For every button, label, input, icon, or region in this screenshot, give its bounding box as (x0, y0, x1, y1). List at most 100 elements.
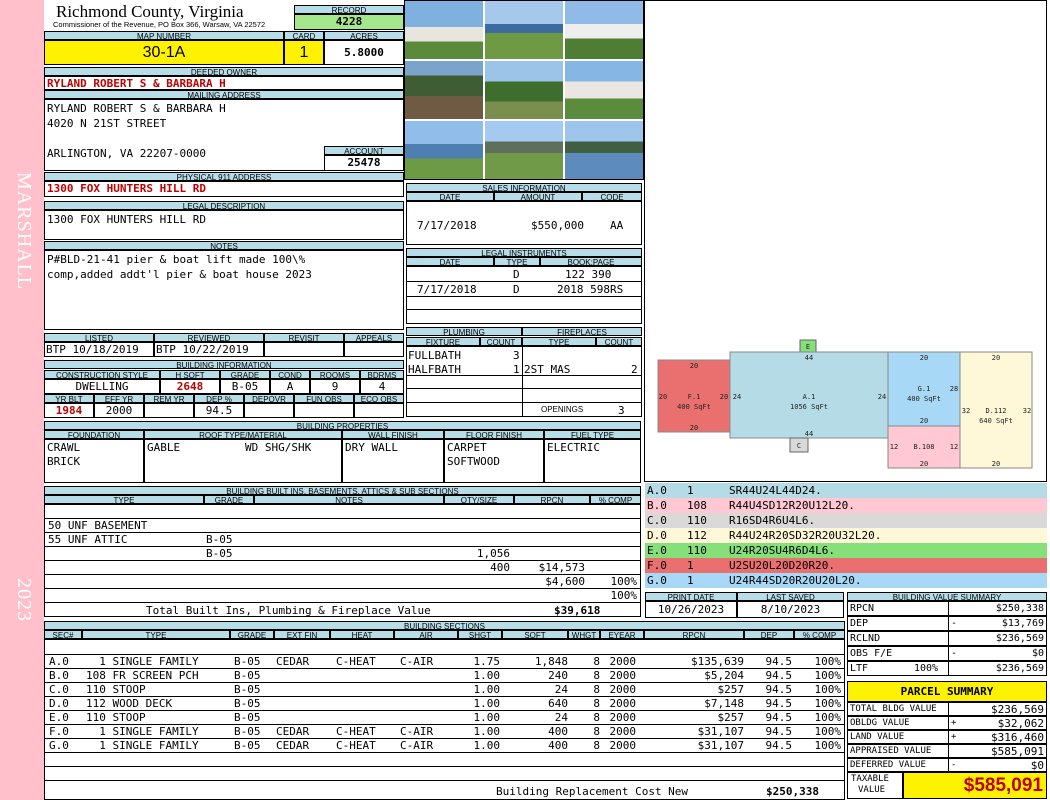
sketch-area-f: 400 SqFt (677, 403, 711, 411)
mail-line-2: 4020 N 21ST STREET (47, 117, 167, 130)
builtins-body: 50 UNF BASEMENT B-05 1,056 $14,573 100% … (44, 504, 641, 617)
rcn-value: $250,338 (766, 785, 819, 798)
fixture-name: FULLBATH (408, 349, 461, 362)
sec-h: DEP (744, 630, 794, 640)
value-summary: RPCN $250,338 DEP - $13,769 RCLND $236,569 O… (847, 601, 1047, 676)
sketch-dim: 12 (890, 443, 898, 451)
sale-amount: $550,000 (531, 219, 584, 232)
value-row: OBS F/E - $0 (847, 646, 1047, 661)
parcel-row: LAND VALUE + $316,460 (847, 730, 1047, 744)
prop-h-4: FUEL TYPE (544, 430, 641, 440)
physical-label: PHYSICAL 911 ADDRESS (44, 172, 404, 182)
revisit-value (264, 342, 344, 357)
builtins-total: $39,618 (554, 604, 601, 617)
parcel-row: OBLDG VALUE + $32,062 (847, 716, 1047, 730)
map-number: 30-1A (44, 40, 284, 65)
eco-obs (354, 403, 404, 418)
bi-v-5: 4 (360, 379, 404, 394)
bi-h2-4: DEPOVR (244, 394, 294, 404)
record-value: 4228 (294, 14, 404, 30)
fixture-count: 3 (513, 349, 520, 362)
fun-obs (294, 403, 354, 418)
pier-photo[interactable] (485, 121, 563, 179)
section-row: D.0 112 WOOD DECK B-05 1.00 640 8 2000 $7,148 94… (45, 683, 844, 710)
sketch-dim: 44 (805, 430, 813, 438)
water-photo[interactable] (405, 121, 483, 179)
sketch-dim: 20 (920, 417, 928, 425)
vector-row: C.0 110 R16SD4R6U4L6. (645, 513, 1047, 528)
eff-year: 2000 (94, 403, 144, 418)
water-photo[interactable] (485, 1, 563, 59)
floor-cell: CARPET SOFTWOOD (444, 439, 544, 483)
bi-h-5: BDRMS (360, 370, 404, 380)
fire-h-type: TYPE (522, 337, 596, 347)
value-row: RPCN $250,338 (847, 601, 1047, 616)
section-row: A.0 1 SINGLE FAMILY B-05 CEDAR C-HEAT C-AIR 1… (45, 641, 844, 668)
sketch-dim: 20 (920, 354, 928, 362)
sec-h: SQFT (502, 630, 568, 640)
building-info-label: BUILDING INFORMATION (44, 360, 404, 370)
bin-h-type: TYPE (44, 495, 204, 505)
taxable-label-2: VALUE (858, 785, 886, 795)
parcel-row: TOTAL BLDG VALUE $236,569 (847, 702, 1047, 716)
yard-photo[interactable] (485, 61, 563, 119)
building-sketch: E F.1 400 SqFt A.1 1056 SqFt G.1 400 SqF… (657, 339, 1033, 469)
sketch-dim: 20 (720, 393, 728, 401)
house-photo[interactable] (565, 1, 643, 59)
section-row: C.0 110 STOOP B-05 1.00 24 8 2000 $257 94.5 100% (45, 669, 844, 696)
shed-photo[interactable] (405, 61, 483, 119)
builtins-label: BUILDING BUILT INS, BASEMENTS, ATTICS & … (44, 486, 641, 496)
inst-book: 122 390 (565, 268, 612, 281)
sec-h: GRADE (230, 630, 274, 640)
sketch-area-d: 640 SqFt (979, 417, 1013, 425)
plumbing-body: FULLBATH 3 HALFBATH 1 2ST MAS 2 OPENINGS… (406, 346, 642, 417)
legal-label: LEGAL DESCRIPTION (44, 201, 404, 211)
listed-label: LISTED (44, 333, 154, 343)
sale-date: 7/17/2018 (417, 219, 477, 232)
section-row: G.0 1 SINGLE FAMILY B-05 CEDAR C-HEAT C-AIR 1… (45, 725, 844, 752)
sketch-dim: 44 (805, 354, 813, 362)
fuel-cell: ELECTRIC (544, 439, 641, 483)
sketch-dim: 20 (920, 460, 928, 468)
inst-h-type: TYPE (494, 257, 540, 267)
foundation-1: CRAWL (47, 441, 81, 454)
sketch-label-g: G.1 (918, 385, 931, 393)
sec-h: TYPE (82, 630, 230, 640)
bi-h-2: GRADE (220, 370, 270, 380)
sketch-label-a: A.1 (803, 393, 816, 401)
roof-cell: GABLE WD SHG/SHK (144, 439, 342, 483)
dep-pct: 94.5 (194, 403, 244, 418)
foundation-2: BRICK (47, 455, 81, 468)
sketch-area-a: 1056 SqFt (790, 403, 828, 411)
builtins-total-label: Total Built Ins, Plumbing & Fireplace Va… (146, 604, 431, 617)
fireplaces-label: FIREPLACES (522, 327, 642, 337)
acres-label: ACRES (324, 31, 404, 41)
taxable-value: $585,091 (903, 772, 1047, 799)
record-label: RECORD (294, 5, 404, 15)
reviewed-label: REVIEWED (154, 333, 264, 343)
bi-h-4: ROOMS (310, 370, 360, 380)
bin-h-rpcn: RPCN (514, 495, 590, 505)
sale-code: AA (610, 219, 624, 232)
wall-cell: DRY WALL (342, 439, 444, 483)
sketch-dim: 20 (659, 393, 667, 401)
bi-v-4: 9 (310, 379, 360, 394)
sketch-dim: 20 (992, 460, 1000, 468)
bin-h-notes: NOTES (254, 495, 444, 505)
section-row: F.0 1 SINGLE FAMILY B-05 CEDAR C-HEAT C-AIR 1… (45, 711, 844, 738)
notes-line-2: comp,added addt'l pier & boat house 2023 (47, 268, 312, 281)
vector-row: A.0 1 SR44U24L44D24. (645, 483, 1047, 498)
last-saved-label: LAST SAVED (737, 592, 844, 602)
value-row: DEP - $13,769 (847, 616, 1047, 631)
plumbing-label: PLUMBING (406, 327, 522, 337)
pier-photo[interactable] (565, 121, 643, 179)
house-photo[interactable] (405, 1, 483, 59)
print-date: 10/26/2023 (645, 601, 737, 618)
sec-h: SEC# (44, 630, 82, 640)
house-photo[interactable] (565, 61, 643, 119)
county-title: Richmond County, Virginia (56, 2, 244, 21)
vector-row: D.0 112 R44U24R20SD32R20U32L20. (645, 528, 1047, 543)
bi-v-2: B-05 (220, 379, 270, 394)
instrument-row (407, 297, 641, 310)
sidebar: MARSHALL 2023 (0, 0, 44, 800)
